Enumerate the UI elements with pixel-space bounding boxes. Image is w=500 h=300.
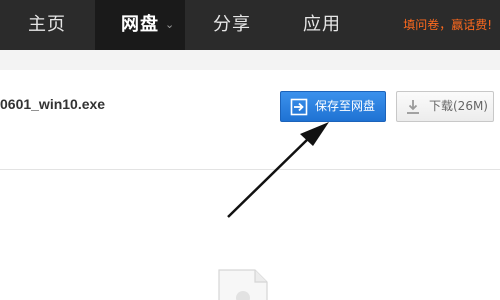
- nav-disk-label: 网盘: [121, 14, 159, 35]
- file-info-bar: 0601_win10.exe 保存至网盘 下载(26M): [0, 70, 500, 170]
- nav-home[interactable]: 主页: [28, 0, 66, 50]
- survey-promo-link[interactable]: 填问卷，赢话费!: [403, 0, 492, 50]
- content-separator: [0, 50, 500, 70]
- nav-disk[interactable]: 网盘 ⌄: [95, 0, 185, 50]
- save-to-disk-button[interactable]: 保存至网盘: [280, 91, 386, 122]
- download-button[interactable]: 下载(26M): [396, 91, 494, 122]
- save-button-label: 保存至网盘: [315, 99, 376, 113]
- download-icon: [407, 100, 419, 114]
- chevron-down-icon[interactable]: ⌄: [165, 0, 175, 50]
- document-icon: [218, 269, 268, 300]
- file-name: 0601_win10.exe: [0, 96, 106, 112]
- download-button-label: 下载(26M): [429, 99, 488, 113]
- save-to-disk-icon: [290, 98, 308, 116]
- nav-share[interactable]: 分享: [213, 0, 251, 50]
- nav-app[interactable]: 应用: [303, 0, 341, 50]
- top-navigation-bar: 主页 网盘 ⌄ 分享 应用 填问卷，赢话费!: [0, 0, 500, 50]
